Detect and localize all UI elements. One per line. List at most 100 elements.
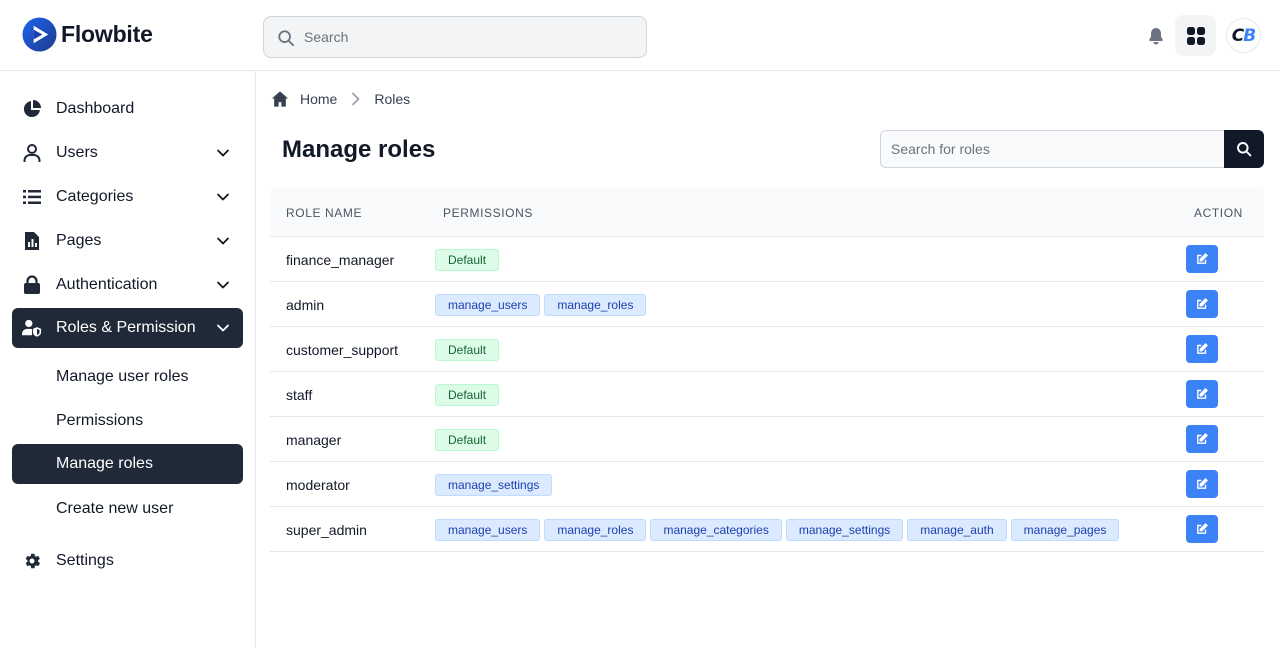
breadcrumb: Home Roles <box>271 89 410 109</box>
edit-role-button[interactable] <box>1186 335 1218 363</box>
permission-badge: manage_categories <box>650 519 782 541</box>
permission-badge: manage_pages <box>1010 519 1120 541</box>
table-row: super_admin manage_users manage_roles manag… <box>270 507 1264 552</box>
permission-badge: manage_auth <box>907 519 1007 541</box>
role-name-cell: customer_support <box>286 342 399 358</box>
edit-icon <box>1197 253 1208 264</box>
user-icon <box>22 143 42 163</box>
role-name-cell: finance_manager <box>286 252 395 268</box>
permissions-cell: Default <box>435 339 500 361</box>
sidebar-subitem-label: Permissions <box>56 412 144 429</box>
grid-icon <box>1186 26 1205 45</box>
sidebar: Dashboard Users Categories Pages Authent… <box>0 71 256 647</box>
breadcrumb-home-label: Home <box>300 91 338 107</box>
edit-role-button[interactable] <box>1186 380 1218 408</box>
chevron-down-icon <box>217 237 229 245</box>
sidebar-item-settings[interactable]: Settings <box>12 541 243 581</box>
table-row: customer_support Default <box>270 327 1264 372</box>
global-search <box>263 16 647 58</box>
user-shield-icon <box>22 318 42 338</box>
permissions-cell: manage_settings <box>435 474 553 496</box>
permission-badge: manage_roles <box>544 294 647 316</box>
table-body: finance_manager Default admin manage_users m… <box>270 237 1264 552</box>
edit-icon <box>1197 343 1208 354</box>
sidebar-subitem-label: Manage roles <box>56 455 153 472</box>
table-header: Role name Permissions Action <box>270 188 1264 237</box>
role-name-cell: moderator <box>286 477 350 493</box>
top-navbar: Flowbite CB <box>0 0 1280 71</box>
breadcrumb-home[interactable]: Home <box>271 90 337 108</box>
bell-icon <box>1149 28 1163 45</box>
default-badge: Default <box>435 339 500 361</box>
role-name-cell: manager <box>286 432 342 448</box>
table-row: staff Default <box>270 372 1264 417</box>
sidebar-item-pages[interactable]: Pages <box>12 221 243 261</box>
edit-icon <box>1197 523 1208 534</box>
flowbite-logo-icon <box>22 17 57 52</box>
table-row: admin manage_users manage_roles <box>270 282 1264 327</box>
sidebar-subitem-create-new-user[interactable]: Create new user <box>12 489 243 529</box>
sidebar-subitem-manage-user-roles[interactable]: Manage user roles <box>12 357 243 397</box>
brand-logo[interactable]: Flowbite <box>22 17 153 52</box>
global-search-input[interactable] <box>264 17 646 57</box>
sidebar-subitem-permissions[interactable]: Permissions <box>12 401 243 441</box>
breadcrumb-current: Roles <box>374 91 411 107</box>
chevron-down-icon <box>217 149 229 157</box>
user-avatar[interactable]: CB <box>1226 18 1261 53</box>
document-chart-icon <box>22 231 42 251</box>
role-name-cell: staff <box>286 387 313 403</box>
sidebar-item-label: Settings <box>56 552 114 569</box>
edit-role-button[interactable] <box>1186 290 1218 318</box>
apps-button[interactable] <box>1175 15 1216 56</box>
edit-icon <box>1197 298 1208 309</box>
notifications-button[interactable] <box>1143 23 1169 49</box>
table-row: moderator manage_settings <box>270 462 1264 507</box>
column-header-permissions: Permissions <box>443 206 533 220</box>
chevron-down-icon <box>217 193 229 201</box>
chart-pie-icon <box>22 99 42 119</box>
edit-role-button[interactable] <box>1186 425 1218 453</box>
permissions-cell: Default <box>435 249 500 271</box>
chevron-down-icon <box>217 324 229 332</box>
roles-search <box>880 130 1264 168</box>
home-icon <box>271 91 289 107</box>
avatar-initial-2: B <box>1243 25 1256 46</box>
permission-badge: manage_settings <box>785 519 904 541</box>
roles-search-input[interactable] <box>880 130 1225 168</box>
table-row: manager Default <box>270 417 1264 462</box>
sidebar-item-users[interactable]: Users <box>12 133 243 173</box>
sidebar-item-authentication[interactable]: Authentication <box>12 265 243 305</box>
sidebar-item-label: Pages <box>56 232 102 249</box>
edit-role-button[interactable] <box>1186 470 1218 498</box>
sidebar-subitem-manage-roles[interactable]: Manage roles <box>12 444 243 484</box>
sidebar-subitem-label: Create new user <box>56 500 174 517</box>
edit-role-button[interactable] <box>1186 515 1218 543</box>
sidebar-item-roles-permission[interactable]: Roles & Permission <box>12 308 243 348</box>
sidebar-item-label: Authentication <box>56 276 158 293</box>
column-header-role-name: Role name <box>286 206 363 220</box>
sidebar-item-label: Users <box>56 144 98 161</box>
edit-icon <box>1197 478 1208 489</box>
sidebar-item-categories[interactable]: Categories <box>12 177 243 217</box>
roles-search-button[interactable] <box>1224 130 1264 168</box>
default-badge: Default <box>435 249 500 271</box>
search-icon <box>1237 142 1252 157</box>
role-name-cell: admin <box>286 297 325 313</box>
lock-icon <box>22 275 42 295</box>
default-badge: Default <box>435 429 500 451</box>
list-icon <box>22 187 42 207</box>
sidebar-item-label: Roles & Permission <box>56 319 196 336</box>
avatar-initial-1: C <box>1231 25 1245 46</box>
edit-icon <box>1197 388 1208 399</box>
roles-table: Role name Permissions Action finance_man… <box>270 188 1264 552</box>
permission-badge: manage_roles <box>544 519 647 541</box>
permission-badge: manage_users <box>435 519 541 541</box>
chevron-down-icon <box>217 281 229 289</box>
permissions-cell: manage_users manage_roles <box>435 294 647 316</box>
sidebar-subitem-label: Manage user roles <box>56 368 189 385</box>
permission-badge: manage_settings <box>435 474 553 496</box>
sidebar-item-dashboard[interactable]: Dashboard <box>12 89 243 129</box>
edit-role-button[interactable] <box>1186 245 1218 273</box>
column-header-action: Action <box>1194 206 1243 220</box>
permissions-cell: manage_users manage_roles manage_categorie… <box>435 519 1120 541</box>
